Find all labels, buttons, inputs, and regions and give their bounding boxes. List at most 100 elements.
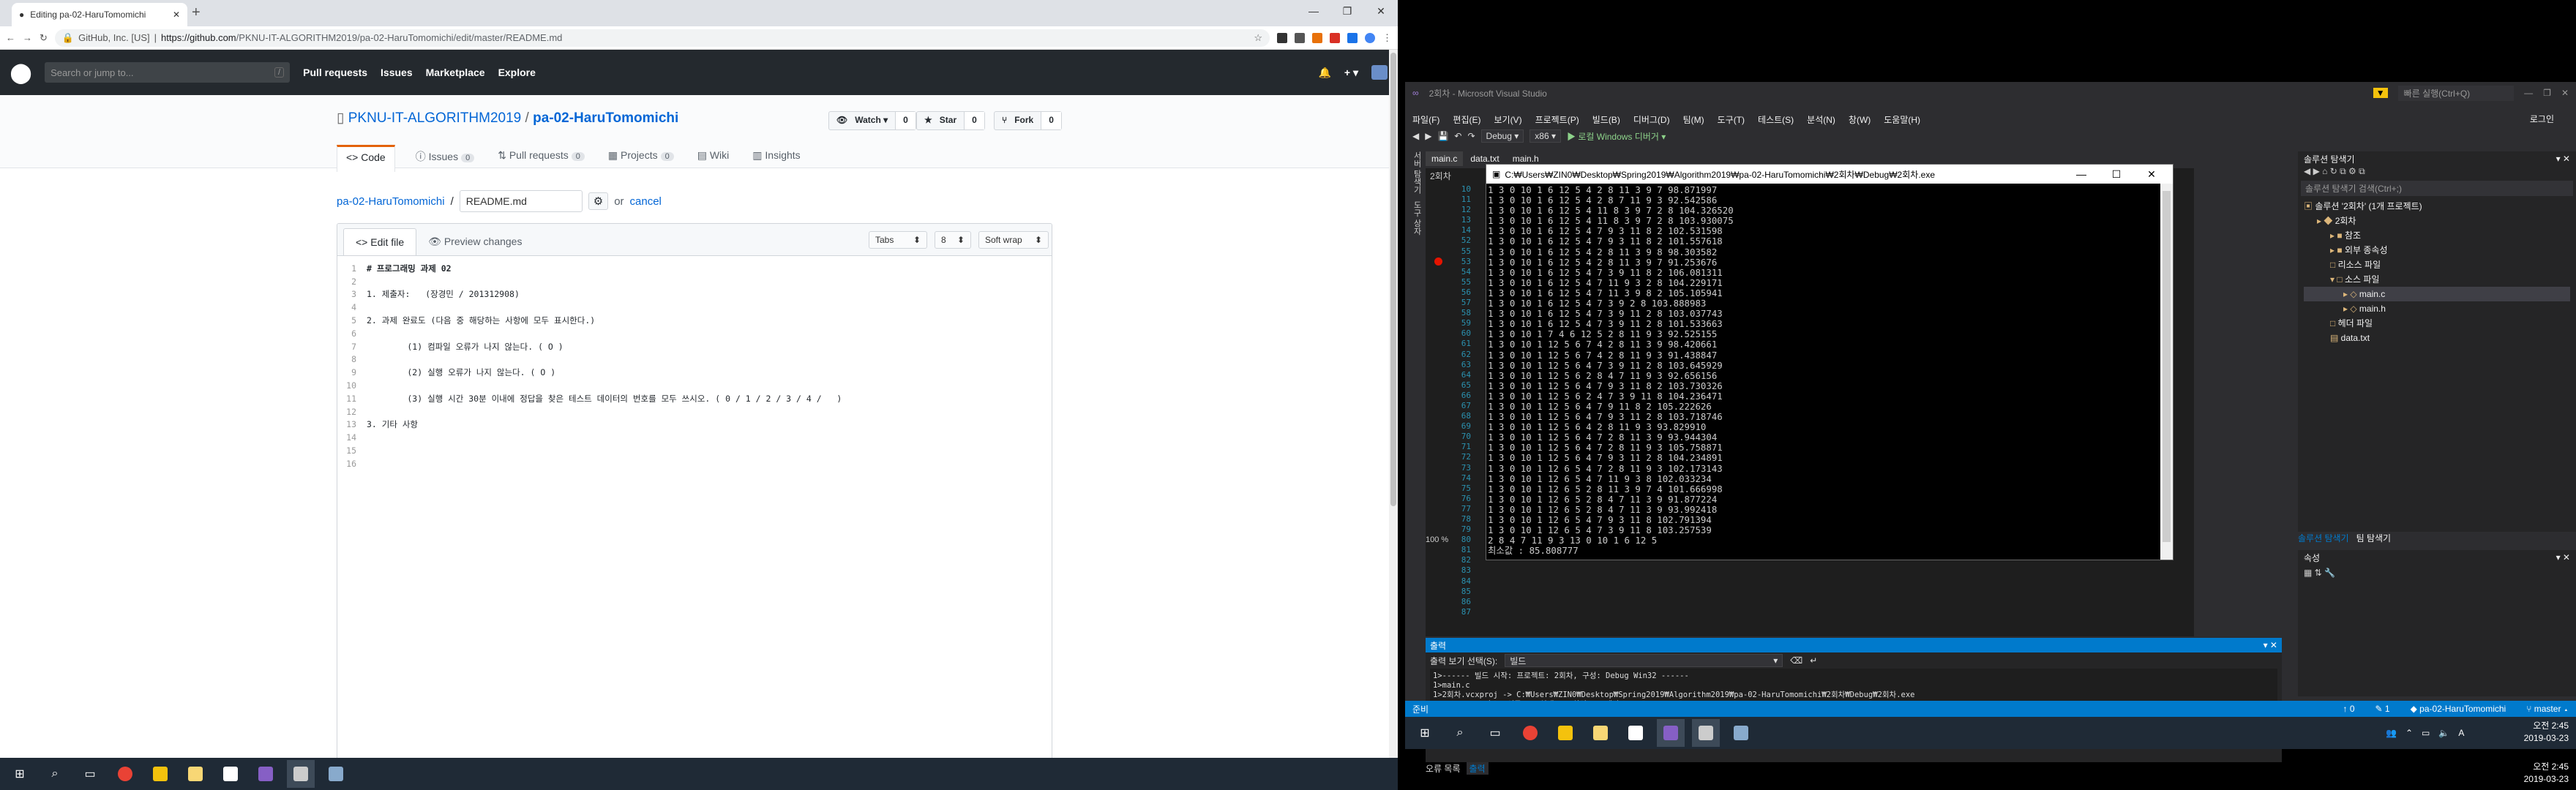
status-branch[interactable]: ⑂ master ▴	[2526, 704, 2569, 714]
menu-item[interactable]: 도움말(H)	[1884, 113, 1920, 126]
minimize-icon[interactable]: —	[2524, 88, 2533, 98]
config-select[interactable]: Debug ▾	[1480, 129, 1524, 143]
menu-item[interactable]: 보기(V)	[1494, 113, 1521, 126]
maximize-icon[interactable]: ❐	[1330, 0, 1364, 22]
watch-button[interactable]: 👁 Watch ▾ 0	[828, 111, 916, 130]
preview-changes-tab[interactable]: 👁 Preview changes	[416, 228, 533, 255]
quick-launch-input[interactable]: 빠른 실행(Ctrl+Q)	[2397, 85, 2515, 101]
tab-insights[interactable]: ▥ Insights	[749, 145, 803, 172]
solution-tree-item[interactable]: ▸ ◆ 2회차	[2304, 214, 2570, 228]
forward-icon[interactable]: ▶	[1425, 131, 1431, 141]
menu-item[interactable]: 팀(M)	[1683, 113, 1704, 126]
menu-item[interactable]: 창(W)	[1849, 113, 1871, 126]
code-line[interactable]: 9 (2) 실행 오류가 나지 않는다. ( O )	[337, 366, 1052, 379]
run-debugger-button[interactable]: ▶ 로컬 Windows 디버거 ▾	[1567, 130, 1666, 143]
extension-icon[interactable]	[1295, 32, 1305, 43]
tab-team-explorer[interactable]: 팀 탐색기	[2356, 532, 2392, 544]
app-icon[interactable]	[322, 760, 350, 788]
bell-icon[interactable]: 🔔	[1318, 67, 1330, 79]
menu-item[interactable]: 도구(T)	[1718, 113, 1745, 126]
app-icon[interactable]	[1727, 719, 1755, 747]
undo-icon[interactable]: ↶	[1454, 131, 1461, 141]
github-search-input[interactable]: Search or jump to... /	[45, 62, 291, 83]
close-icon[interactable]: ✕	[1364, 0, 1398, 22]
menu-item[interactable]: 테스트(S)	[1758, 113, 1794, 126]
visual-studio-icon[interactable]	[1657, 719, 1685, 747]
solution-tree-item[interactable]: □ 리소스 파일	[2304, 257, 2570, 272]
nav-marketplace[interactable]: Marketplace	[426, 67, 485, 78]
doc-tab-main-c[interactable]: main.c	[1426, 151, 1464, 166]
nav-pull-requests[interactable]: Pull requests	[303, 67, 367, 78]
code-line[interactable]: 7 (1) 컴파일 오류가 나지 않는다. ( O )	[337, 340, 1052, 353]
tab-issues[interactable]: ⓘ Issues 0	[413, 145, 477, 172]
repo-owner-link[interactable]: PKNU-IT-ALGORITHM2019	[348, 110, 522, 126]
code-line[interactable]: 13 3. 기타 사항	[337, 418, 1052, 432]
page-scrollbar[interactable]	[1389, 50, 1398, 758]
zoom-level[interactable]: 100 %	[1426, 535, 1448, 544]
nav-explore[interactable]: Explore	[498, 67, 536, 78]
search-icon[interactable]: ⌕	[1446, 719, 1474, 747]
redo-icon[interactable]: ↷	[1467, 131, 1475, 141]
code-line[interactable]: 8	[337, 353, 1052, 366]
code-line[interactable]: 5 2. 과제 완료도 (다음 중 해당하는 사항에 모두 표시한다.)	[337, 314, 1052, 327]
extension-icon[interactable]	[1330, 32, 1340, 43]
extension-icon[interactable]	[1277, 32, 1287, 43]
tab-solution-explorer[interactable]: 솔루션 탐색기	[2298, 532, 2349, 544]
wrap-mode-select[interactable]: Soft wrap ⬍	[978, 231, 1049, 249]
chrome-icon[interactable]	[111, 760, 139, 788]
file-explorer-icon[interactable]	[1587, 719, 1614, 747]
chrome-icon[interactable]	[1516, 719, 1544, 747]
code-line[interactable]: 6	[337, 327, 1052, 340]
user-avatar[interactable]	[1371, 65, 1388, 80]
task-view-icon[interactable]: ▭	[1481, 719, 1509, 747]
code-line[interactable]: 12	[337, 405, 1052, 418]
solution-tree-item[interactable]: ▤ data.txt	[2304, 331, 2570, 345]
close-icon[interactable]: ✕	[2136, 168, 2167, 181]
code-line[interactable]: 1 # 프로그래밍 과제 02	[337, 262, 1052, 275]
windows-start-icon[interactable]: ⊞	[1411, 719, 1439, 747]
indent-size-select[interactable]: 8 ⬍	[935, 231, 971, 249]
volume-icon[interactable]: 🔈	[2438, 728, 2449, 738]
menu-item[interactable]: 편집(E)	[1453, 113, 1480, 126]
properties-toolbar[interactable]: ▦ ⇅ 🔧	[2298, 565, 2576, 581]
status-changes[interactable]: ✎ 1	[2375, 704, 2390, 714]
console-output[interactable]: 1 3 0 10 1 6 12 5 4 2 8 11 3 9 7 98.8719…	[1486, 184, 2161, 560]
code-line[interactable]: 14	[337, 431, 1052, 444]
maximize-icon[interactable]: ☐	[2101, 168, 2132, 181]
tab-output[interactable]: 출력	[1466, 762, 1489, 775]
output-source-select[interactable]: 빌드 ▾	[1505, 654, 1783, 667]
back-icon[interactable]: ←	[6, 32, 15, 43]
browser-tab[interactable]: ● Editing pa-02-HaruTomomichi ✕	[12, 3, 187, 26]
code-line[interactable]: 11 (3) 실행 시간 30분 이내에 정답을 찾은 테스트 데이터의 번호를…	[337, 392, 1052, 405]
code-line[interactable]: 3 1. 제출자: (장경민 / 201312908)	[337, 288, 1052, 301]
tab-error-list[interactable]: 오류 목록	[1426, 762, 1461, 775]
back-icon[interactable]: ◀	[1412, 131, 1419, 141]
bookmark-star-icon[interactable]: ☆	[1254, 32, 1262, 44]
console-icon[interactable]	[287, 760, 315, 788]
solution-tree-item[interactable]: □ 헤더 파일	[2304, 316, 2570, 331]
console-scrollbar[interactable]	[2160, 184, 2173, 560]
task-view-icon[interactable]: ▭	[76, 760, 104, 788]
cancel-link[interactable]: cancel	[630, 195, 662, 208]
save-icon[interactable]: 💾	[1437, 131, 1448, 141]
minimize-icon[interactable]: —	[2066, 168, 2097, 180]
scroll-thumb[interactable]	[1390, 53, 1396, 506]
server-explorer-side-tab[interactable]: 서버 탐색기 도구 상자	[1407, 151, 1423, 298]
solution-tree-item[interactable]: ▸ ■ 참조	[2304, 228, 2570, 243]
address-bar[interactable]: 🔒 GitHub, Inc. [US] | https://github.com…	[54, 29, 1270, 47]
taskbar-clock[interactable]: 오전 2:45 2019-03-23	[2524, 720, 2569, 745]
word-wrap-icon[interactable]: ↵	[1810, 655, 1817, 666]
code-line[interactable]: 16	[337, 457, 1052, 470]
file-settings-icon[interactable]: ⚙	[588, 192, 609, 210]
clear-output-icon[interactable]: ⌫	[1790, 655, 1802, 666]
ime-indicator[interactable]: A	[2458, 728, 2464, 738]
menu-item[interactable]: 분석(N)	[1807, 113, 1835, 126]
status-pushes[interactable]: ↑ 0	[2343, 704, 2355, 714]
maximize-icon[interactable]: ❐	[2543, 88, 2551, 98]
file-explorer-icon[interactable]	[181, 760, 209, 788]
close-icon[interactable]: ✕	[2561, 88, 2569, 98]
close-icon[interactable]: ▾ ✕	[2264, 640, 2277, 650]
menu-item[interactable]: 파일(F)	[1412, 113, 1439, 126]
plus-menu-icon[interactable]: + ▾	[1344, 67, 1358, 79]
menu-item[interactable]: 디버그(D)	[1633, 113, 1670, 126]
